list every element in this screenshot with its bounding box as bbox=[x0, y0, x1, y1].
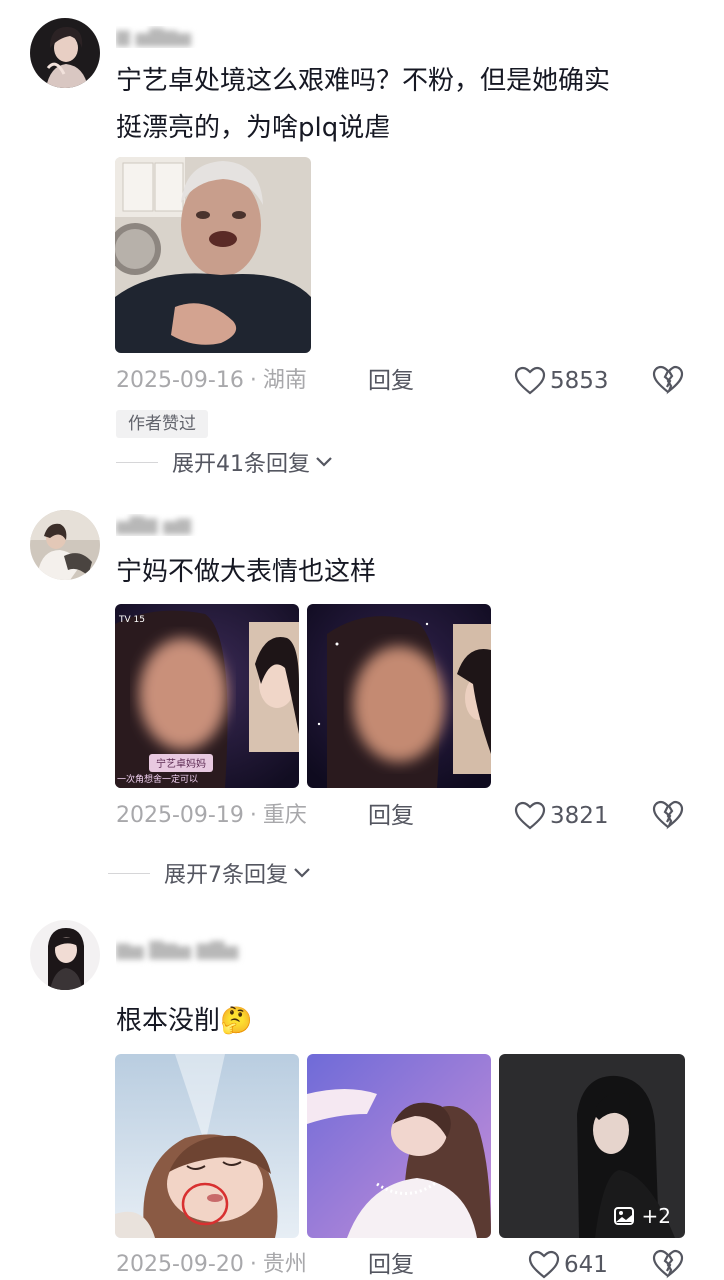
dislike-button[interactable] bbox=[652, 1249, 684, 1280]
comment-image-2[interactable] bbox=[307, 1054, 491, 1238]
chevron-down-icon bbox=[316, 457, 332, 467]
avatar[interactable] bbox=[30, 510, 100, 580]
heart-icon bbox=[514, 801, 546, 830]
more-images-badge[interactable]: +2 bbox=[613, 1204, 671, 1228]
avatar[interactable] bbox=[30, 18, 100, 88]
comment-date-location: 2025-09-20 · 贵州 bbox=[116, 1252, 307, 1277]
divider-line bbox=[108, 872, 150, 874]
comment-date-location: 2025-09-16 · 湖南 bbox=[116, 368, 307, 393]
avatar[interactable] bbox=[30, 920, 100, 990]
more-images-count: +2 bbox=[641, 1204, 671, 1228]
reply-button[interactable]: 回复 bbox=[368, 1248, 414, 1280]
comment-text: 根本没削🤔 bbox=[116, 998, 696, 1045]
comment-image-2[interactable] bbox=[307, 604, 491, 788]
expand-replies-button[interactable]: 展开41条回复 bbox=[116, 447, 334, 477]
dislike-button[interactable] bbox=[652, 800, 684, 836]
comment-text: 宁艺卓处境这么艰难吗？不粉，但是她确实 挺漂亮的，为啥plq说虐 bbox=[116, 58, 696, 152]
comment-text-body: 根本没削 bbox=[116, 1006, 221, 1036]
username-blurred[interactable]: ▆ ▅▇▆▅ bbox=[116, 26, 206, 48]
username-blurred[interactable]: ▆▅ ▇▆▅ ▆▇▅ bbox=[116, 930, 256, 970]
comment-text-line-1: 宁艺卓处境这么艰难吗？不粉，但是她确实 bbox=[116, 66, 611, 96]
expand-replies-label: 展开41条回复 bbox=[172, 452, 310, 477]
like-button[interactable]: 3821 bbox=[514, 799, 609, 833]
comment-3: ▆▅ ▇▆▅ ▆▇▅ 根本没削🤔 +2 2025-09-20 · 贵州 回复 6… bbox=[0, 890, 724, 1280]
thinking-emoji: 🤔 bbox=[220, 1006, 253, 1036]
like-button[interactable]: 5853 bbox=[514, 364, 609, 398]
like-count: 641 bbox=[564, 1252, 608, 1278]
comment-date-location: 2025-09-19 · 重庆 bbox=[116, 803, 307, 828]
comment-2: ▅▇▆ ▅▆ 宁妈不做大表情也这样 宁艺卓妈妈 一次角想舍一定可以 TV 15 bbox=[0, 490, 724, 890]
comment-image-1[interactable] bbox=[115, 1054, 299, 1238]
image-icon bbox=[613, 1207, 634, 1225]
comment-1: ▆ ▅▇▆▅ 宁艺卓处境这么艰难吗？不粉，但是她确实 挺漂亮的，为啥plq说虐 … bbox=[0, 0, 724, 490]
expand-replies-label: 展开7条回复 bbox=[164, 863, 288, 888]
divider-line bbox=[116, 461, 158, 463]
comment-image-3[interactable]: +2 bbox=[499, 1054, 685, 1238]
tv-logo: TV 15 bbox=[118, 615, 145, 625]
broken-heart-icon bbox=[652, 800, 684, 830]
comment-image-1[interactable]: 宁艺卓妈妈 一次角想舍一定可以 TV 15 bbox=[115, 604, 299, 788]
comment-text-line-2: 挺漂亮的，为啥plq说虐 bbox=[116, 113, 391, 143]
comment-text: 宁妈不做大表情也这样 bbox=[116, 557, 377, 587]
like-count: 5853 bbox=[550, 368, 609, 394]
heart-icon bbox=[528, 1250, 560, 1279]
broken-heart-icon bbox=[652, 365, 684, 395]
comment-image[interactable] bbox=[115, 157, 311, 353]
reply-button[interactable]: 回复 bbox=[368, 364, 414, 398]
broken-heart-icon bbox=[652, 1249, 684, 1279]
like-count: 3821 bbox=[550, 803, 609, 829]
chevron-down-icon bbox=[294, 868, 310, 878]
like-button[interactable]: 641 bbox=[528, 1248, 608, 1280]
comment-meta: 2025-09-16 · 湖南 回复 5853 bbox=[116, 364, 696, 398]
dislike-button[interactable] bbox=[652, 365, 684, 401]
comment-meta: 2025-09-19 · 重庆 回复 3821 bbox=[116, 799, 696, 833]
image-caption: 宁艺卓妈妈 bbox=[156, 757, 206, 770]
expand-replies-button[interactable]: 展开7条回复 bbox=[108, 858, 312, 888]
image-subtitle: 一次角想舍一定可以 bbox=[117, 773, 198, 785]
author-liked-badge: 作者赞过 bbox=[116, 410, 208, 438]
heart-icon bbox=[514, 366, 546, 395]
reply-button[interactable]: 回复 bbox=[368, 799, 414, 833]
username-blurred[interactable]: ▅▇▆ ▅▆ bbox=[116, 514, 206, 536]
comment-meta: 2025-09-20 · 贵州 回复 641 bbox=[116, 1248, 696, 1280]
